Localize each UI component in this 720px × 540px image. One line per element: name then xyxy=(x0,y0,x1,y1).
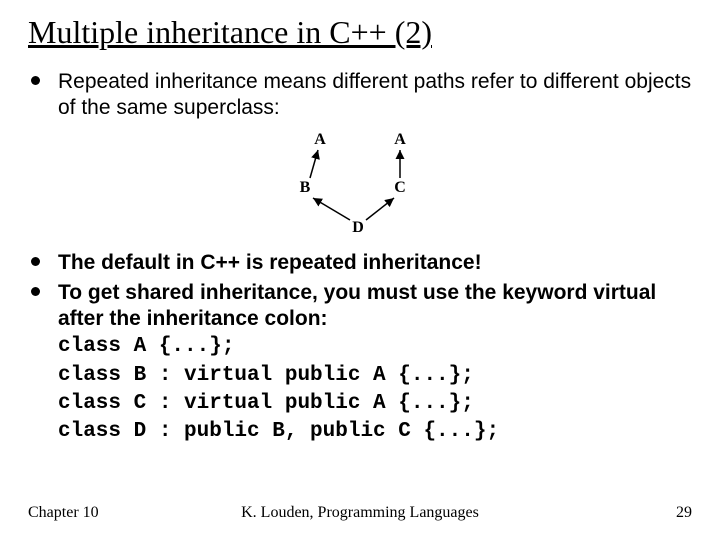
node-d: D xyxy=(352,219,364,236)
code-line: class D : public B, public C {...}; xyxy=(58,419,692,445)
bullet-item: Repeated inheritance means different pat… xyxy=(28,69,692,122)
bullet-list: Repeated inheritance means different pat… xyxy=(28,69,692,445)
slide: Multiple inheritance in C++ (2) Repeated… xyxy=(0,0,720,445)
code-line: class A {...}; xyxy=(58,334,692,360)
code-line: class B : virtual public A {...}; xyxy=(58,363,692,389)
node-c: C xyxy=(394,179,406,196)
page-title: Multiple inheritance in C++ (2) xyxy=(28,14,692,51)
node-b: B xyxy=(300,179,311,196)
code-line: class C : virtual public A {...}; xyxy=(58,391,692,417)
bullet-text-line: To get shared inheritance, you must use … xyxy=(58,281,656,330)
bullet-text: The default in C++ is repeated inheritan… xyxy=(58,250,692,276)
bullet-icon xyxy=(28,280,42,446)
bullet-text: Repeated inheritance means different pat… xyxy=(58,69,692,122)
footer-center: K. Louden, Programming Languages xyxy=(28,504,692,522)
slide-footer: Chapter 10 K. Louden, Programming Langua… xyxy=(28,504,692,522)
bullet-item: The default in C++ is repeated inheritan… xyxy=(28,250,692,276)
bullet-text: To get shared inheritance, you must use … xyxy=(58,280,692,446)
bullet-icon xyxy=(28,69,42,122)
node-a-right: A xyxy=(394,131,406,148)
inheritance-diagram: A A B C D xyxy=(28,128,692,238)
bullet-icon xyxy=(28,250,42,276)
bullet-item: To get shared inheritance, you must use … xyxy=(28,280,692,446)
node-a-left: A xyxy=(314,131,326,148)
